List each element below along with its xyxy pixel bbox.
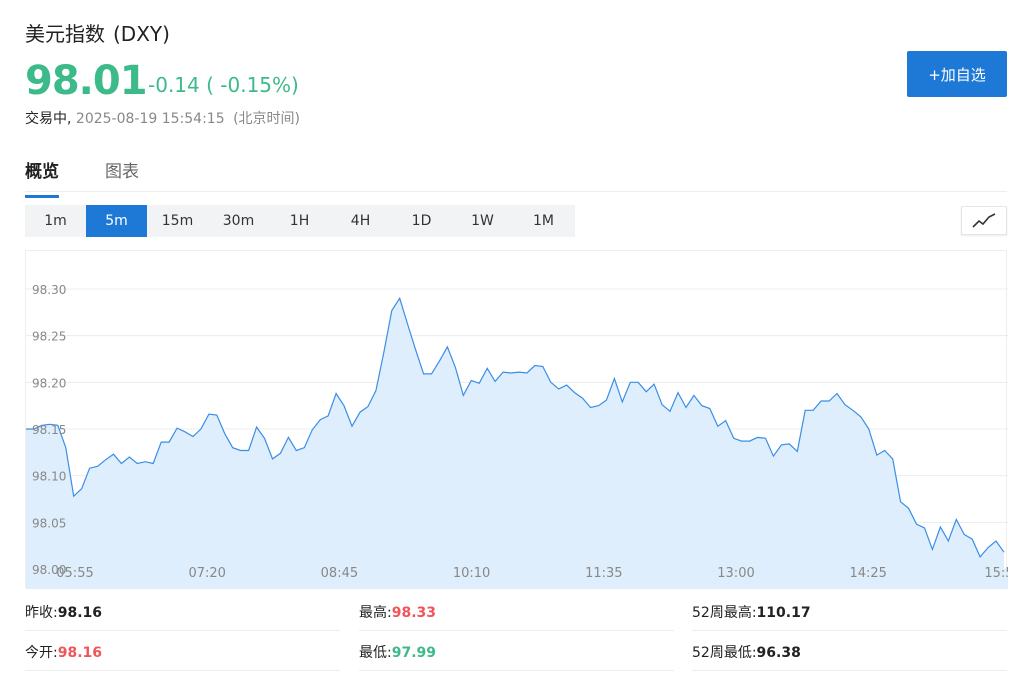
stat-high: 最高:98.33 bbox=[359, 595, 674, 631]
stat-label: 最低: bbox=[359, 645, 392, 661]
y-tick-label: 98.05 bbox=[32, 516, 66, 530]
stat-value: 97.99 bbox=[392, 645, 436, 661]
period-1h[interactable]: 1H bbox=[269, 205, 330, 237]
tab-overview[interactable]: 概览 bbox=[25, 157, 59, 190]
quote-timestamp: 2025-08-19 15:54:15 bbox=[76, 111, 225, 127]
x-tick-label: 14:25 bbox=[849, 566, 886, 581]
period-1mo[interactable]: 1M bbox=[513, 205, 574, 237]
stat-label: 今开: bbox=[25, 645, 58, 661]
trading-state: 交易中, bbox=[25, 111, 71, 127]
timezone-label: (北京时间) bbox=[233, 111, 300, 127]
instrument-name: 美元指数 bbox=[25, 22, 105, 46]
price-chart-svg: 98.3098.2598.2098.1598.1098.0598.0005:55… bbox=[26, 251, 1008, 589]
stat-label: 最高: bbox=[359, 605, 392, 621]
y-tick-label: 98.10 bbox=[32, 470, 66, 484]
stat-value: 98.16 bbox=[58, 645, 102, 661]
stat-prev-close: 昨收:98.16 bbox=[25, 595, 340, 631]
chart-type-button[interactable] bbox=[961, 206, 1007, 235]
stat-label: 昨收: bbox=[25, 605, 58, 621]
stat-value: 96.38 bbox=[757, 645, 801, 661]
period-1d[interactable]: 1D bbox=[391, 205, 452, 237]
period-30m[interactable]: 30m bbox=[208, 205, 269, 237]
tab-bar: 概览 图表 bbox=[25, 150, 1007, 192]
stat-low: 最低:97.99 bbox=[359, 635, 674, 671]
period-1m[interactable]: 1m bbox=[25, 205, 86, 237]
x-tick-label: 15:5 bbox=[984, 566, 1008, 581]
y-tick-label: 98.20 bbox=[32, 376, 66, 390]
stat-value: 110.17 bbox=[757, 605, 811, 621]
period-1w[interactable]: 1W bbox=[452, 205, 513, 237]
stats-row: 今开:98.16 最低:97.99 52周最低:96.38 bbox=[25, 635, 1007, 675]
x-tick-label: 13:00 bbox=[717, 566, 754, 581]
trading-status: 交易中, 2025-08-19 15:54:15 (北京时间) bbox=[25, 108, 300, 128]
x-tick-label: 07:20 bbox=[188, 566, 225, 581]
stat-label: 52周最高: bbox=[692, 605, 757, 621]
period-4h[interactable]: 4H bbox=[330, 205, 391, 237]
stat-label: 52周最低: bbox=[692, 645, 757, 661]
x-tick-label: 11:35 bbox=[585, 566, 622, 581]
x-tick-label: 08:45 bbox=[321, 566, 358, 581]
y-tick-label: 98.15 bbox=[32, 423, 66, 437]
x-tick-label: 05:55 bbox=[56, 566, 93, 581]
last-price: 98.01 bbox=[25, 58, 147, 104]
quote-page: 美元指数 (DXY) 98.01 -0.14 ( -0.15%) 交易中, 202… bbox=[0, 0, 1024, 699]
instrument-title: 美元指数 (DXY) bbox=[25, 18, 170, 47]
stat-52w-low: 52周最低:96.38 bbox=[692, 635, 1007, 671]
period-5m[interactable]: 5m bbox=[86, 205, 147, 237]
y-tick-label: 98.25 bbox=[32, 330, 66, 344]
instrument-code: (DXY) bbox=[113, 22, 170, 46]
price-area bbox=[26, 298, 1004, 569]
y-tick-label: 98.30 bbox=[32, 283, 66, 297]
add-to-watchlist-button[interactable]: +加自选 bbox=[907, 51, 1007, 97]
stat-value: 98.33 bbox=[392, 605, 436, 621]
period-selector: 1m 5m 15m 30m 1H 4H 1D 1W 1M bbox=[25, 205, 575, 237]
stat-52w-high: 52周最高:110.17 bbox=[692, 595, 1007, 631]
line-chart-icon bbox=[972, 213, 996, 229]
tab-chart[interactable]: 图表 bbox=[105, 157, 139, 190]
period-15m[interactable]: 15m bbox=[147, 205, 208, 237]
stat-value: 98.16 bbox=[58, 605, 102, 621]
stat-open: 今开:98.16 bbox=[25, 635, 340, 671]
price-chart[interactable]: 98.3098.2598.2098.1598.1098.0598.0005:55… bbox=[25, 250, 1007, 588]
stats-panel: 昨收:98.16 最高:98.33 52周最高:110.17 今开:98.16 … bbox=[25, 595, 1007, 675]
stats-row: 昨收:98.16 最高:98.33 52周最高:110.17 bbox=[25, 595, 1007, 635]
price-change: -0.14 ( -0.15%) bbox=[148, 73, 299, 97]
x-tick-label: 10:10 bbox=[453, 566, 490, 581]
